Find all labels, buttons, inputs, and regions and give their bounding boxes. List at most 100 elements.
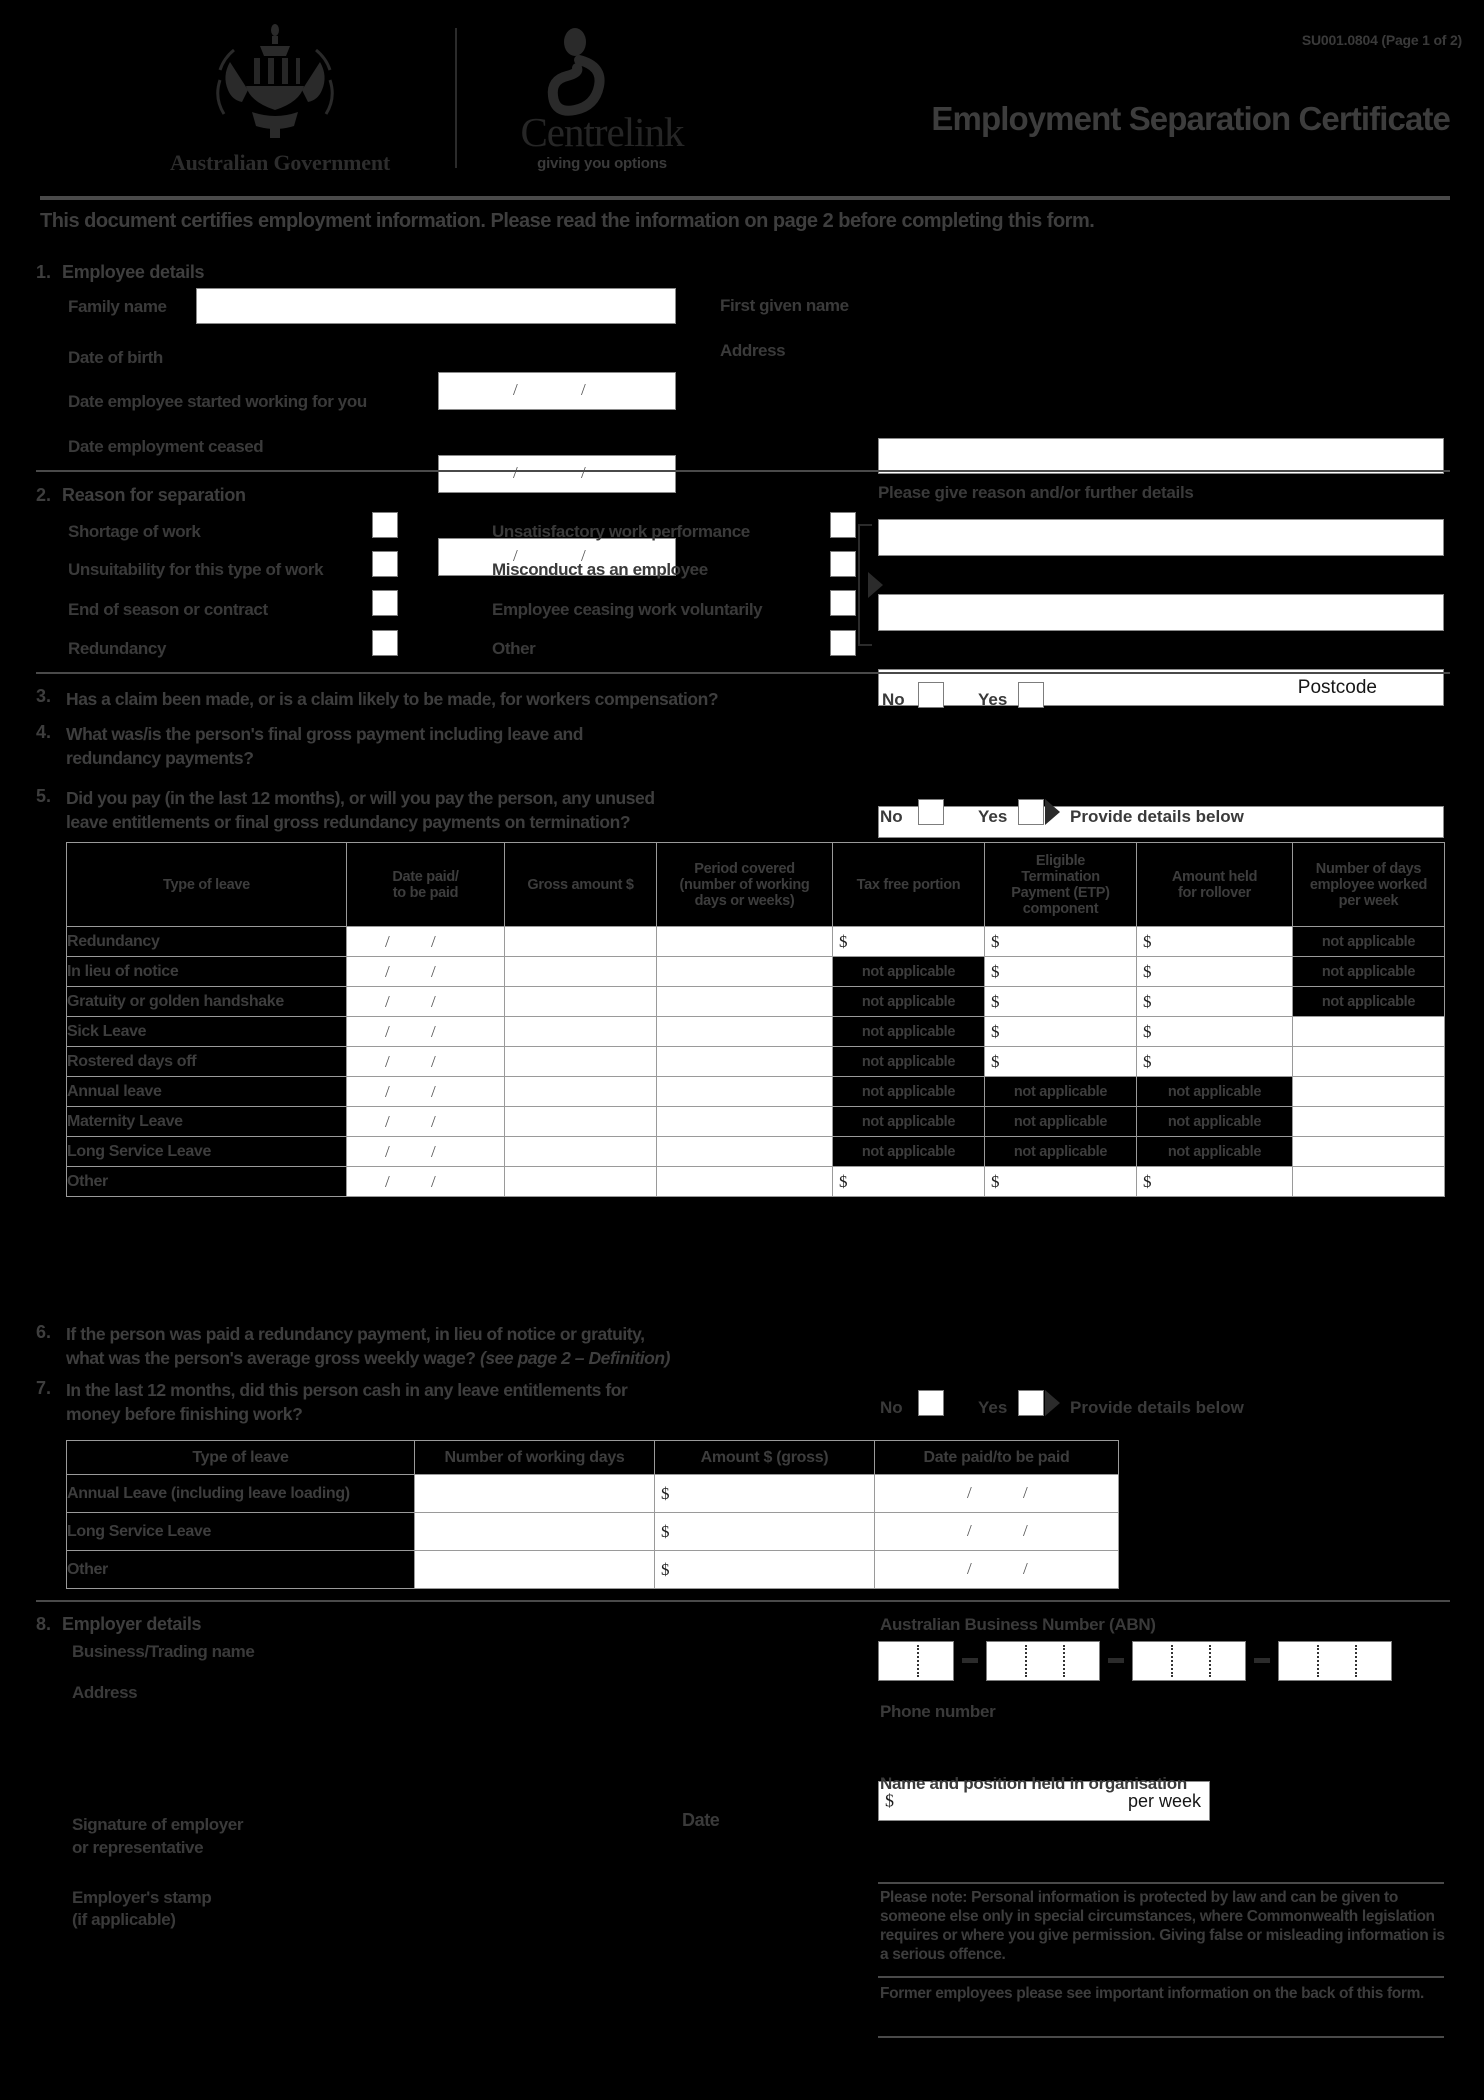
leave-cell-input[interactable]	[504, 1166, 657, 1197]
cashin-cell-date[interactable]: / /	[874, 1512, 1119, 1551]
leave-table-row: Rostered days off / / not applicable $ $	[66, 1046, 1445, 1077]
leave-cell-date-input[interactable]: / /	[346, 1166, 505, 1197]
leave-cell-date-input[interactable]: / /	[346, 1076, 505, 1107]
leave-cell-money-input[interactable]: $	[1136, 1166, 1293, 1197]
address-line2-input[interactable]	[878, 594, 1444, 631]
leave-cell-input[interactable]	[504, 956, 657, 987]
leave-cell-input[interactable]	[1292, 1136, 1445, 1167]
abn-label: Australian Business Number (ABN)	[880, 1615, 1156, 1634]
leave-cell-input[interactable]	[656, 1106, 833, 1137]
reason-arrow-icon	[868, 572, 883, 598]
leave-cell-input[interactable]	[656, 1136, 833, 1167]
leave-cell-money-input[interactable]: $	[984, 1046, 1137, 1077]
leave-cell-input[interactable]	[656, 1046, 833, 1077]
leave-cell-input[interactable]	[656, 1016, 833, 1047]
leave-cell-date-input[interactable]: / /	[346, 1016, 505, 1047]
reason-checkbox-end-of-season[interactable]	[372, 590, 398, 616]
leave-cell-input[interactable]	[504, 926, 657, 957]
dob-input[interactable]: / /	[438, 372, 676, 410]
cashin-col-header-0: Type of leave	[66, 1440, 415, 1475]
ceased-date-label: Date employment ceased	[68, 437, 264, 456]
leave-cell-date-input[interactable]: / /	[346, 1046, 505, 1077]
leave-cell-money-input[interactable]: $	[1136, 926, 1293, 957]
q7-no-checkbox[interactable]	[918, 1390, 944, 1416]
leave-cell-input[interactable]	[1292, 1046, 1445, 1077]
abn-group-1[interactable]	[986, 1641, 1100, 1681]
leave-cell-date-input[interactable]: / /	[346, 956, 505, 987]
leave-cell-money-input[interactable]: $	[984, 1016, 1137, 1047]
family-name-input[interactable]	[196, 288, 676, 324]
q5-yes-checkbox[interactable]	[1018, 799, 1044, 825]
centrelink-tagline: giving you options	[537, 155, 667, 172]
cashin-cell-working-days[interactable]	[414, 1512, 655, 1551]
q3-no-checkbox[interactable]	[918, 682, 944, 708]
leave-cell-money-input[interactable]: $	[1136, 956, 1293, 987]
leave-cell-input[interactable]	[504, 1136, 657, 1167]
leave-col-header-1: Date paid/to be paid	[346, 842, 505, 927]
leave-cell-date-input[interactable]: / /	[346, 986, 505, 1017]
leave-cell-input[interactable]	[1292, 1166, 1445, 1197]
leave-cell-input[interactable]	[1292, 1076, 1445, 1107]
leave-cell-input[interactable]	[656, 1076, 833, 1107]
q5-arrow-icon	[1045, 799, 1060, 825]
leave-cell-money-input[interactable]: $	[1136, 1016, 1293, 1047]
leave-cell-money-input[interactable]: $	[1136, 986, 1293, 1017]
leave-cell-not-applicable: not applicable	[984, 1106, 1137, 1137]
leave-cell-input[interactable]	[1292, 1106, 1445, 1137]
leave-cell-input[interactable]	[656, 986, 833, 1017]
leave-cell-money-input[interactable]: $	[832, 1166, 985, 1197]
stamp-label-line2: (if applicable)	[72, 1910, 176, 1929]
cashin-cell-amount[interactable]: $	[654, 1550, 875, 1589]
leave-cell-money-input[interactable]: $	[832, 926, 985, 957]
leave-cell-not-applicable: not applicable	[984, 1136, 1137, 1167]
leave-cell-input[interactable]	[504, 986, 657, 1017]
leave-cell-input[interactable]	[656, 1166, 833, 1197]
reason-checkbox-unsuitability[interactable]	[372, 551, 398, 577]
cashin-cell-working-days[interactable]	[414, 1550, 655, 1589]
reason-checkbox-ceasing-voluntarily[interactable]	[830, 590, 856, 616]
address-postcode-input[interactable]: Postcode	[878, 669, 1444, 706]
leave-cell-money-input[interactable]: $	[984, 926, 1137, 957]
leave-cell-input[interactable]	[504, 1016, 657, 1047]
reason-checkbox-redundancy[interactable]	[372, 630, 398, 656]
q5-no-checkbox[interactable]	[918, 799, 944, 825]
header-divider	[455, 28, 457, 168]
leave-cell-input[interactable]	[656, 926, 833, 957]
cashin-cell-working-days[interactable]	[414, 1474, 655, 1513]
cashin-cell-amount[interactable]: $	[654, 1512, 875, 1551]
abn-group-2[interactable]	[1132, 1641, 1246, 1681]
reason-checkbox-misconduct[interactable]	[830, 551, 856, 577]
leave-cell-money-input[interactable]: $	[984, 1166, 1137, 1197]
address-line1-input[interactable]	[878, 519, 1444, 556]
leave-cell-input[interactable]	[504, 1076, 657, 1107]
privacy-note-bold: Please note:	[880, 1889, 968, 1906]
leave-cell-date-input[interactable]: / /	[346, 1136, 505, 1167]
q3-yes-checkbox[interactable]	[1018, 682, 1044, 708]
leave-cell-money-input[interactable]: $	[984, 956, 1137, 987]
leave-cell-money-input[interactable]: $	[984, 986, 1137, 1017]
privacy-rule-top	[878, 1882, 1444, 1884]
abn-dash-separator	[1254, 1658, 1270, 1663]
cashin-cell-date[interactable]: / /	[874, 1550, 1119, 1589]
first-name-input[interactable]	[878, 438, 1444, 474]
q7-yes-checkbox[interactable]	[1018, 1390, 1044, 1416]
leave-cell-date-input[interactable]: / /	[346, 926, 505, 957]
reason-label-4: Unsatisfactory work performance	[492, 522, 750, 541]
leave-cell-input[interactable]	[504, 1046, 657, 1077]
reason-checkbox-other[interactable]	[830, 630, 856, 656]
abn-group-0[interactable]	[878, 1641, 954, 1681]
leave-cell-input[interactable]	[504, 1106, 657, 1137]
reason-checkbox-unsatisfactory-performance[interactable]	[830, 512, 856, 538]
cashin-cell-amount[interactable]: $	[654, 1474, 875, 1513]
abn-group-3[interactable]	[1278, 1641, 1392, 1681]
leave-cell-money-input[interactable]: $	[1136, 1046, 1293, 1077]
reason-checkbox-shortage-of-work[interactable]	[372, 512, 398, 538]
start-date-input[interactable]: / /	[438, 455, 676, 493]
document-code: SU001.0804 (Page 1 of 2)	[1301, 32, 1462, 48]
leave-cell-input[interactable]	[1292, 1016, 1445, 1047]
leave-cell-input[interactable]	[656, 956, 833, 987]
cashin-row-label-0: Annual Leave (including leave loading)	[66, 1474, 415, 1513]
signature-label-line2: or representative	[72, 1838, 204, 1857]
cashin-cell-date[interactable]: / /	[874, 1474, 1119, 1513]
leave-cell-date-input[interactable]: / /	[346, 1106, 505, 1137]
